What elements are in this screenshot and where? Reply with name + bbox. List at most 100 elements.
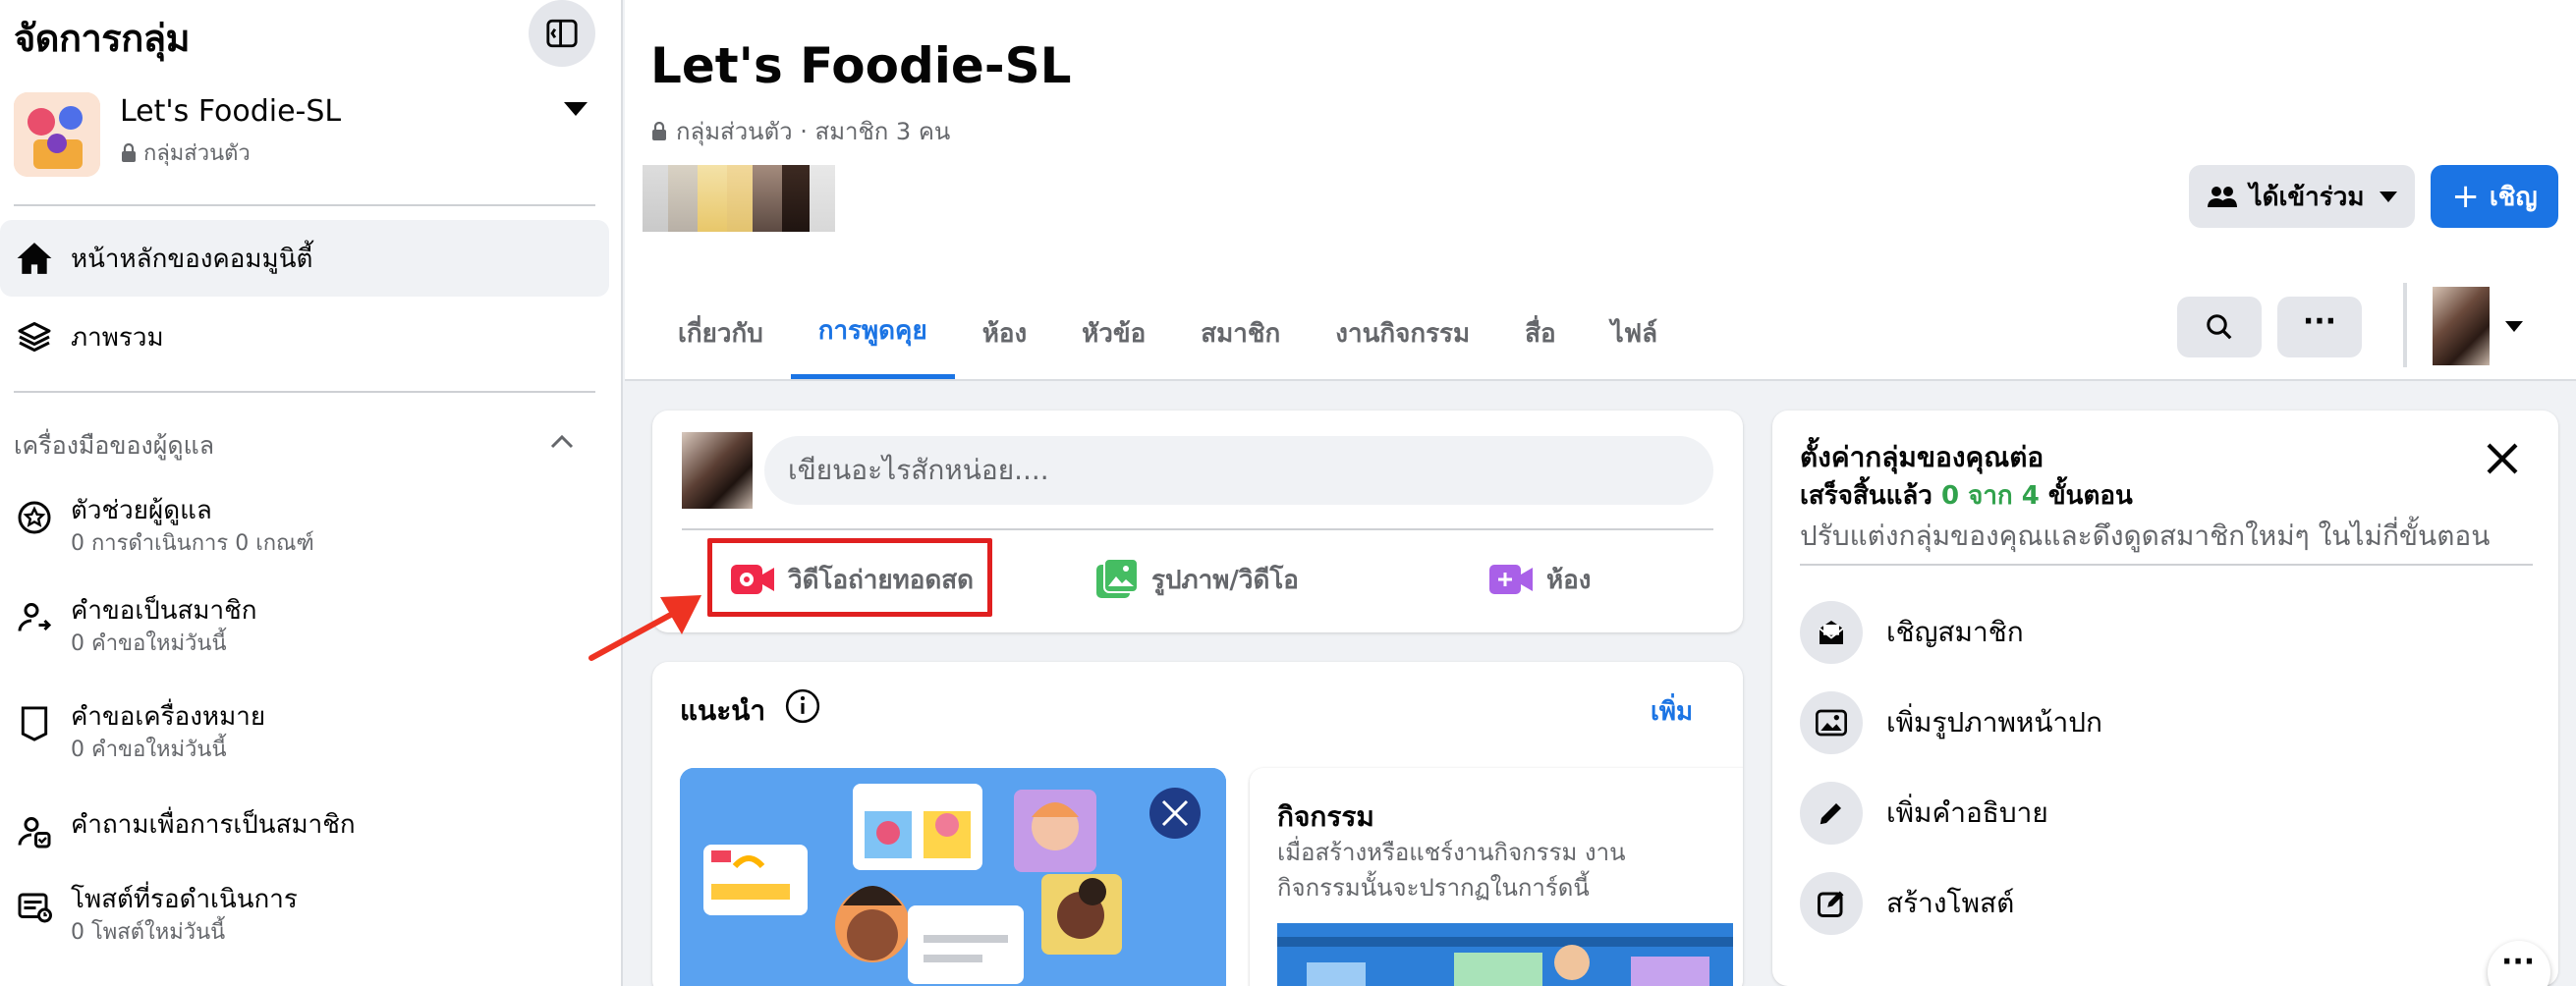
tab-topics[interactable]: หัวข้อ (1054, 287, 1173, 379)
tab-discussion[interactable]: การพูดคุย (790, 287, 955, 379)
setup-progress-prefix: เสร็จสิ้นแล้ว (1800, 481, 1932, 511)
joined-button[interactable]: ได้เข้าร่วม (2189, 165, 2415, 228)
profile-menu[interactable] (2433, 287, 2523, 365)
room-label: ห้อง (1546, 565, 1592, 595)
ellipsis-icon: ··· (2302, 304, 2337, 339)
highlight-box (707, 538, 992, 617)
tool-subtitle: 0 โพสต์ใหม่วันนี้ (71, 920, 226, 945)
event-illustration (1277, 923, 1733, 986)
group-privacy-label: กลุ่มส่วนตัว (143, 141, 251, 166)
setup-step-label: เพิ่มรูปภาพหน้าปก (1886, 706, 2102, 739)
tool-subtitle: 0 การดำเนินการ 0 เกณฑ์ (71, 531, 314, 556)
group-thumbnail[interactable] (14, 92, 100, 177)
setup-title: ตั้งค่ากลุ่มของคุณต่อ (1800, 441, 2044, 473)
home-icon (14, 238, 55, 279)
setup-progress-suffix: ขั้นตอน (2047, 481, 2133, 511)
setup-description: ปรับแต่งกลุ่มของคุณและดึงดูดสมาชิกใหม่ๆ … (1800, 520, 2491, 552)
divider (682, 528, 1713, 530)
ellipsis-icon: ··· (2501, 945, 2536, 979)
setup-step-label: เพิ่มคำอธิบาย (1886, 796, 2048, 829)
setup-step-add-description[interactable]: เพิ่มคำอธิบาย (1800, 782, 2048, 845)
tool-badge-requests[interactable]: คำขอเครื่องหมาย 0 คำขอใหม่วันนี้ (14, 699, 265, 766)
composer-input[interactable]: เขียนอะไรสักหน่อย.... (764, 436, 1713, 505)
group-meta: กลุ่มส่วนตัว · สมาชิก 3 คน (650, 112, 950, 150)
photo-icon (1096, 559, 1138, 598)
event-card-title: กิจกรรม (1277, 800, 1374, 833)
tab-members[interactable]: สมาชิก (1173, 287, 1308, 379)
question-icon (14, 811, 55, 852)
suggestions-card: แนะนำ เพิ่ม กิจกรรม เมื่อสร้างหรือแชร์งา… (652, 662, 1743, 986)
sidebar-item-overview[interactable]: ภาพรวม (0, 299, 609, 375)
page-title: Let's Foodie-SL (650, 37, 1072, 94)
group-name[interactable]: Let's Foodie-SL (120, 94, 341, 129)
lock-icon (122, 142, 136, 162)
setup-step-create-post[interactable]: สร้างโพสต์ (1800, 872, 2014, 935)
avatar (2433, 287, 2490, 365)
tool-title: คำขอเป็นสมาชิก (71, 596, 257, 626)
see-more-link[interactable]: เพิ่ม (1651, 691, 1693, 732)
tool-title: คำขอเครื่องหมาย (71, 702, 266, 732)
room-button[interactable]: ห้อง (1489, 558, 1591, 601)
photo-video-label: รูปภาพ/วิดีโอ (1151, 565, 1299, 595)
tab-rooms[interactable]: ห้อง (955, 287, 1054, 379)
panel-toggle-icon (546, 19, 578, 48)
group-members-icon (2207, 187, 2237, 207)
lock-icon (652, 121, 666, 140)
setup-progress-value: 0 จาก 4 (1940, 481, 2040, 511)
admin-assist-icon (14, 497, 55, 538)
group-header: Let's Foodie-SL กลุ่มส่วนตัว · สมาชิก 3 … (625, 0, 2576, 381)
tool-subtitle: 0 คำขอใหม่วันนี้ (71, 738, 227, 762)
invite-label: เชิญ (2489, 182, 2538, 212)
member-request-icon (14, 597, 55, 638)
setup-progress: เสร็จสิ้นแล้ว 0 จาก 4 ขั้นตอน (1800, 475, 2133, 516)
tab-events[interactable]: งานกิจกรรม (1308, 287, 1497, 379)
group-meta-text: กลุ่มส่วนตัว · สมาชิก 3 คน (676, 118, 951, 145)
setup-step-label: สร้างโพสต์ (1886, 887, 2015, 919)
sidebar-item-label: หน้าหลักของคอมมูนิตี้ (71, 244, 313, 274)
joined-label: ได้เข้าร่วม (2249, 182, 2365, 212)
setup-step-invite-members[interactable]: เชิญสมาชิก (1800, 601, 2024, 664)
group-tabs: เกี่ยวกับ การพูดคุย ห้อง หัวข้อ สมาชิก ง… (650, 287, 1685, 381)
setup-step-add-cover-photo[interactable]: เพิ่มรูปภาพหน้าปก (1800, 691, 2102, 754)
group-setup-card: ตั้งค่ากลุ่มของคุณต่อ เสร็จสิ้นแล้ว 0 จา… (1772, 411, 2558, 986)
sidebar-item-community-home[interactable]: หน้าหลักของคอมมูนิตี้ (0, 220, 609, 297)
search-button[interactable] (2177, 297, 2262, 357)
tool-title: โพสต์ที่รอดำเนินการ (71, 885, 298, 914)
tool-pending-posts[interactable]: โพสต์ที่รอดำเนินการ 0 โพสต์ใหม่วันนี้ (14, 882, 298, 949)
sidebar-item-label: ภาพรวม (71, 322, 164, 353)
close-icon[interactable] (2482, 438, 2523, 479)
tool-member-requests[interactable]: คำขอเป็นสมาชิก 0 คำขอใหม่วันนี้ (14, 593, 257, 660)
tool-title: ตัวช่วยผู้ดูแล (71, 496, 212, 525)
invite-button[interactable]: + เชิญ (2431, 165, 2558, 228)
admin-sidebar: จัดการกลุ่ม Let's Foodie-SL กลุ่มส่วนตัว… (0, 0, 623, 986)
pencil-icon (1800, 782, 1863, 845)
annotation-arrow-icon (588, 595, 701, 661)
photo-video-button[interactable]: รูปภาพ/วิดีโอ (1096, 558, 1299, 601)
composer-placeholder: เขียนอะไรสักหน่อย.... (788, 454, 1049, 486)
collapse-chevron-up-icon[interactable] (548, 432, 576, 456)
tab-media[interactable]: สื่อ (1497, 287, 1583, 379)
plus-icon: + (2451, 177, 2480, 216)
chevron-down-icon (2380, 191, 2398, 202)
tool-title: คำถามเพื่อการเป็นสมาชิก (71, 810, 356, 840)
event-suggestion-card[interactable]: กิจกรรม เมื่อสร้างหรือแชร์งานกิจกรรม งาน… (1250, 768, 1743, 986)
event-card-desc: เมื่อสร้างหรือแชร์งานกิจกรรม งาน กิจกรรม… (1277, 835, 1626, 905)
more-options-button[interactable]: ··· (2277, 297, 2362, 357)
member-avatars[interactable] (643, 165, 845, 232)
setup-step-label: เชิญสมาชิก (1886, 616, 2024, 648)
group-privacy: กลุ่มส่วนตัว (120, 136, 251, 170)
divider (1800, 564, 2533, 566)
badge-icon (14, 703, 55, 744)
tab-files[interactable]: ไฟล์ (1584, 287, 1685, 379)
sidebar-toggle-button[interactable] (529, 0, 595, 67)
pending-posts-icon (14, 886, 55, 927)
tool-admin-assist[interactable]: ตัวช่วยผู้ดูแล 0 การดำเนินการ 0 เกณฑ์ (14, 493, 314, 560)
divider (14, 204, 595, 206)
divider (2403, 283, 2407, 367)
layers-icon (14, 316, 55, 357)
group-switcher-caret-icon[interactable] (564, 102, 588, 116)
event-card-desc-line: กิจกรรมนั้นจะปรากฏในการ์ดนี้ (1277, 874, 1590, 902)
info-icon[interactable] (784, 687, 821, 725)
tool-membership-questions[interactable]: คำถามเพื่อการเป็นสมาชิก (14, 807, 356, 852)
tab-about[interactable]: เกี่ยวกับ (650, 287, 791, 379)
